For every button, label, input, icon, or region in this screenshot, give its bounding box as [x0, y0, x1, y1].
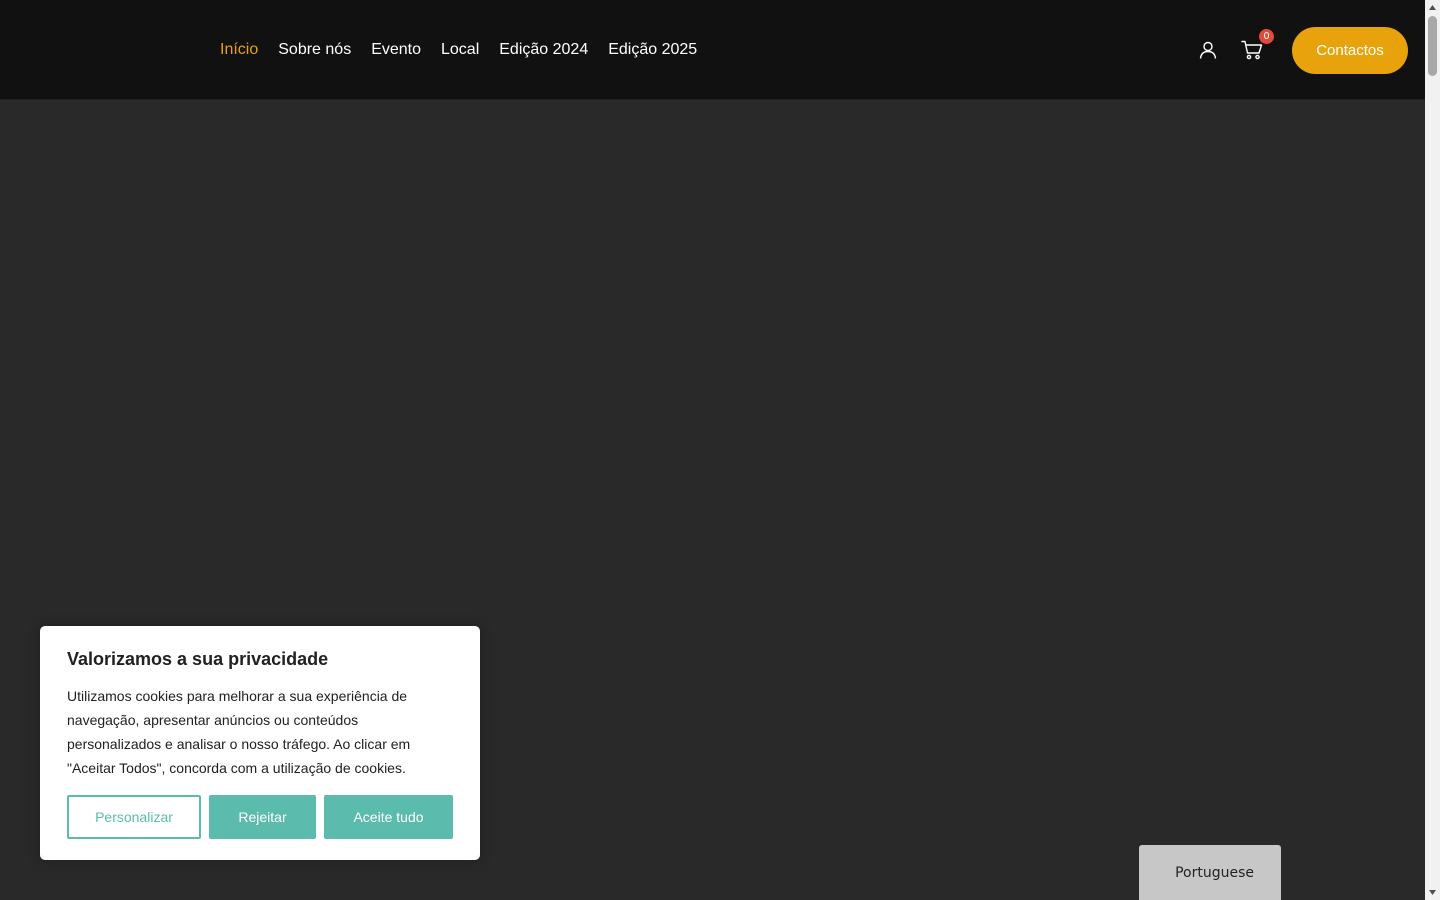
cart-count-badge: 0 [1259, 28, 1274, 44]
nav-item-local[interactable]: Local [441, 41, 479, 59]
user-icon [1199, 41, 1217, 59]
scroll-down-arrow[interactable] [1425, 885, 1440, 900]
scroll-up-arrow[interactable] [1425, 0, 1440, 15]
language-label: Portuguese [1175, 864, 1254, 881]
cookie-title: Valorizamos a sua privacidade [67, 649, 329, 669]
nav-item-edicao-2024[interactable]: Edição 2024 [499, 41, 588, 59]
main-nav: Início Sobre nós Evento Local Edição 202… [220, 0, 717, 99]
cookie-actions: Personalizar Rejeitar Aceite tudo [67, 795, 453, 839]
contact-button[interactable]: Contactos [1292, 27, 1408, 74]
cart-button[interactable]: 0 [1240, 28, 1274, 62]
nav-item-inicio[interactable]: Início [220, 41, 258, 59]
accept-all-cookies-button[interactable]: Aceite tudo [324, 795, 453, 839]
nav-item-evento[interactable]: Evento [371, 41, 421, 59]
scroll-thumb[interactable] [1428, 16, 1437, 76]
triangle-down-icon [1429, 890, 1436, 895]
page-scrollbar[interactable] [1425, 0, 1440, 900]
triangle-up-icon [1429, 5, 1436, 10]
cart-icon [1241, 40, 1263, 59]
customize-cookies-button[interactable]: Personalizar [67, 795, 201, 839]
nav-item-sobre-nos[interactable]: Sobre nós [278, 41, 351, 59]
reject-cookies-button[interactable]: Rejeitar [209, 795, 316, 839]
header-actions: 0 [1196, 0, 1274, 99]
cookie-consent-banner: Valorizamos a sua privacidade Utilizamos… [40, 626, 480, 860]
nav-item-edicao-2025[interactable]: Edição 2025 [608, 41, 697, 59]
user-account-button[interactable] [1196, 38, 1220, 62]
language-switcher[interactable]: Portuguese [1139, 845, 1281, 900]
cookie-description: Utilizamos cookies para melhorar a sua e… [67, 688, 411, 776]
site-header: Início Sobre nós Evento Local Edição 202… [0, 0, 1425, 100]
